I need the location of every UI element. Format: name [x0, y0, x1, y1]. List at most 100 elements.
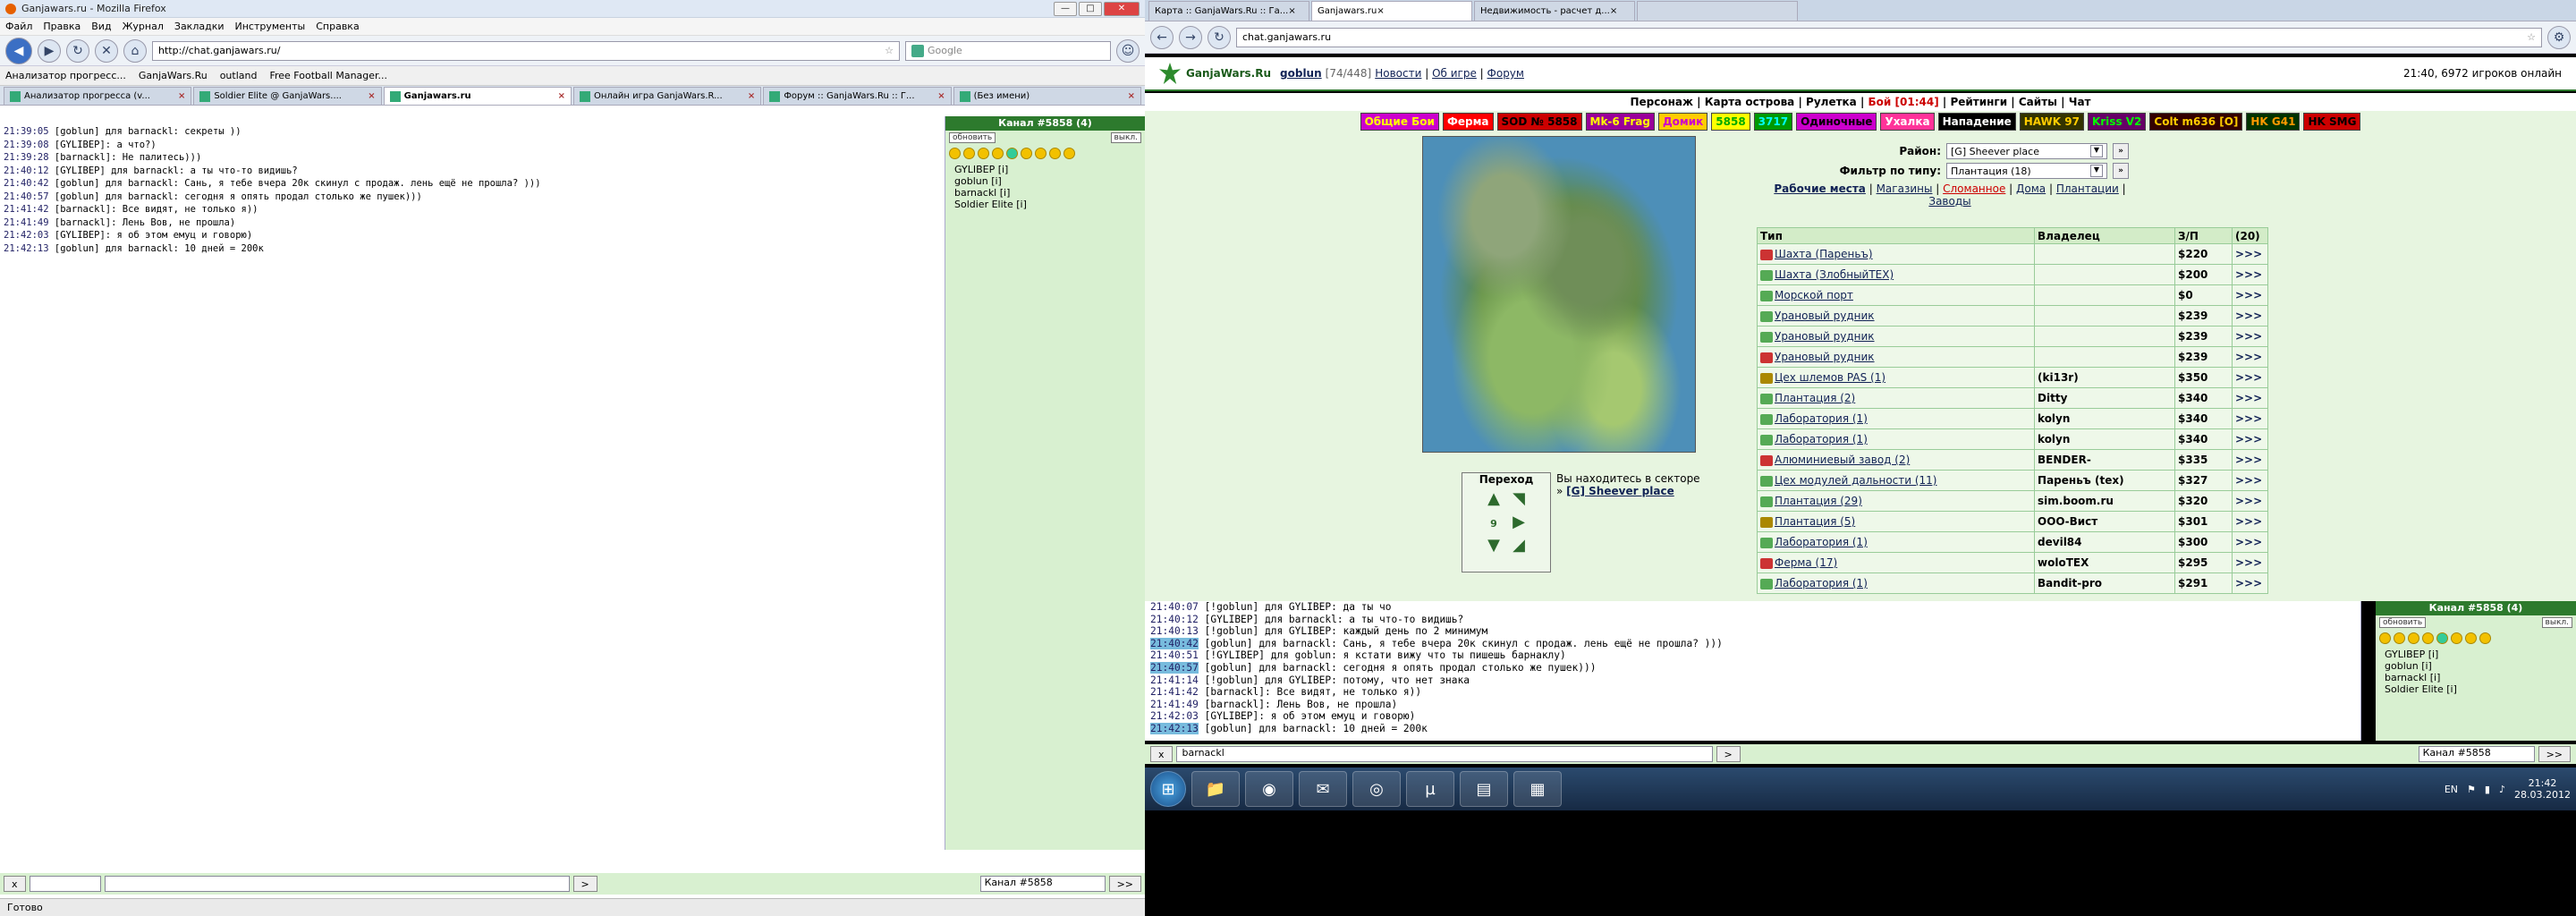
smiley-icon[interactable] — [2379, 632, 2391, 644]
building-link[interactable]: Цех модулей дальности (11) — [1775, 474, 1937, 487]
owner-cell[interactable]: Пареньъ (tex) — [2034, 470, 2175, 491]
smiley-icon[interactable] — [2436, 632, 2448, 644]
building-link[interactable]: Лаборатория (1) — [1775, 536, 1868, 548]
smiley-icon[interactable] — [1006, 148, 1018, 159]
channel-user[interactable]: goblun [i] — [2385, 660, 2567, 672]
owner-cell[interactable] — [2034, 284, 2175, 306]
building-link[interactable]: Морской порт — [1775, 289, 1853, 301]
nav-link[interactable]: Карта острова — [1705, 96, 1795, 108]
header-link[interactable]: Об игре — [1432, 67, 1477, 80]
banner-link[interactable]: SOD № 5858 — [1496, 113, 1582, 131]
row-go-link[interactable]: >>> — [2232, 408, 2268, 429]
island-map[interactable] — [1422, 136, 1696, 453]
browser-tab[interactable]: Недвижимость - расчет д... × — [1474, 1, 1635, 21]
building-link[interactable]: Урановый рудник — [1775, 330, 1875, 343]
row-go-link[interactable]: >>> — [2232, 387, 2268, 409]
building-link[interactable]: Ферма (17) — [1775, 556, 1837, 569]
calculator-icon[interactable]: ▦ — [1513, 771, 1562, 807]
sector-link[interactable]: [G] Sheever place — [1566, 485, 1674, 497]
clear-button[interactable]: x — [1150, 746, 1173, 762]
row-go-link[interactable]: >>> — [2232, 552, 2268, 573]
owner-cell[interactable]: kolyn — [2034, 428, 2175, 450]
owner-cell[interactable]: devil84 — [2034, 531, 2175, 553]
smiley-icon[interactable] — [1021, 148, 1032, 159]
forward-icon[interactable]: ▶ — [38, 38, 61, 63]
network-icon[interactable]: ▮ — [2485, 784, 2490, 795]
smiley-icon[interactable] — [963, 148, 975, 159]
minimize-button[interactable]: — — [1054, 1, 1077, 16]
browser-tab[interactable]: Анализатор прогресса (v... × — [4, 87, 192, 105]
owner-cell[interactable] — [2034, 264, 2175, 285]
reload-icon[interactable]: ↻ — [1208, 25, 1231, 49]
explorer-icon[interactable]: 📁 — [1191, 771, 1240, 807]
banner-link[interactable]: HAWK 97 — [2019, 113, 2084, 131]
refresh-button[interactable]: обновить — [2379, 617, 2427, 628]
nav-link[interactable]: Рейтинги — [1950, 96, 2007, 108]
owner-cell[interactable] — [2034, 346, 2175, 368]
nav-link[interactable]: Рулетка — [1806, 96, 1857, 108]
row-go-link[interactable]: >>> — [2232, 449, 2268, 471]
owner-cell[interactable]: Ditty — [2034, 387, 2175, 409]
channel-user[interactable]: barnackl [i] — [954, 187, 1136, 199]
back-icon[interactable]: ← — [1150, 25, 1174, 49]
arrow-up-icon[interactable]: ▲ — [1481, 489, 1506, 513]
menu-item[interactable]: Журнал — [123, 21, 164, 32]
building-link[interactable]: Лаборатория (1) — [1775, 577, 1868, 589]
browser-tab[interactable]: Онлайн игра GanjaWars.R... × — [572, 87, 762, 105]
owner-cell[interactable]: ООО-Вист — [2034, 511, 2175, 532]
send-button[interactable]: > — [572, 876, 597, 892]
banner-link[interactable]: Ферма — [1442, 113, 1494, 131]
channel-select[interactable]: Канал #5858 — [979, 876, 1106, 892]
row-go-link[interactable]: >>> — [2232, 305, 2268, 327]
building-filter-link[interactable]: Заводы — [1928, 195, 1970, 208]
nav-link[interactable]: Сайты — [2019, 96, 2057, 108]
close-button[interactable]: ✕ — [1104, 1, 1140, 16]
smiley-icon[interactable] — [949, 148, 961, 159]
district-go-button[interactable]: » — [2113, 143, 2129, 159]
arrow-up-right-icon[interactable]: ◥ — [1506, 489, 1531, 513]
building-link[interactable]: Цех шлемов PAS (1) — [1775, 371, 1885, 384]
message-input[interactable] — [104, 876, 570, 892]
bookmark-item[interactable]: GanjaWars.Ru — [139, 70, 208, 81]
browser-tab[interactable] — [1637, 1, 1798, 21]
refresh-button[interactable]: обновить — [949, 132, 996, 143]
row-go-link[interactable]: >>> — [2232, 511, 2268, 532]
building-filter-link[interactable]: Рабочие места — [1774, 182, 1866, 195]
channel-user[interactable]: barnackl [i] — [2385, 672, 2567, 683]
close-tab-icon[interactable]: × — [1128, 91, 1135, 101]
building-link[interactable]: Алюминиевый завод (2) — [1775, 454, 1910, 466]
building-filter-link[interactable]: Сломанное — [1943, 182, 2005, 195]
building-filter-link[interactable]: Дома — [2016, 182, 2046, 195]
row-go-link[interactable]: >>> — [2232, 264, 2268, 285]
owner-cell[interactable] — [2034, 243, 2175, 265]
menu-item[interactable]: Вид — [91, 21, 111, 32]
close-tab-icon[interactable]: × — [178, 91, 185, 101]
start-button[interactable]: ⊞ — [1150, 771, 1186, 807]
wrench-icon[interactable]: ⚙ — [2547, 25, 2571, 49]
off-button[interactable]: выкл. — [1110, 132, 1141, 143]
channel-user[interactable]: Soldier Elite [i] — [2385, 683, 2567, 695]
owner-cell[interactable]: BENDER- — [2034, 449, 2175, 471]
smiley-icon[interactable] — [978, 148, 989, 159]
building-filter-link[interactable]: Плантации — [2056, 182, 2119, 195]
row-go-link[interactable]: >>> — [2232, 243, 2268, 265]
banner-link[interactable]: Одиночные — [1796, 113, 1877, 131]
row-go-link[interactable]: >>> — [2232, 284, 2268, 306]
building-link[interactable]: Лаборатория (1) — [1775, 433, 1868, 445]
smiley-icon[interactable] — [1035, 148, 1046, 159]
bookmark-item[interactable]: Free Football Manager... — [269, 70, 387, 81]
banner-link[interactable]: Домик — [1657, 113, 1708, 131]
building-link[interactable]: Плантация (2) — [1775, 392, 1855, 404]
building-link[interactable]: Урановый рудник — [1775, 310, 1875, 322]
banner-link[interactable]: Ухалка — [1880, 113, 1935, 131]
building-link[interactable]: Плантация (29) — [1775, 495, 1862, 507]
building-link[interactable]: Урановый рудник — [1775, 351, 1875, 363]
owner-cell[interactable] — [2034, 305, 2175, 327]
bookmark-star-icon[interactable]: ☆ — [885, 45, 894, 56]
building-filter-link[interactable]: Магазины — [1877, 182, 1933, 195]
language-indicator[interactable]: EN — [2445, 784, 2458, 795]
banner-link[interactable]: HK G41 — [2246, 113, 2301, 131]
arrow-down-right-icon[interactable]: ◢ — [1506, 536, 1531, 559]
menu-item[interactable]: Закладки — [174, 21, 225, 32]
stop-icon[interactable]: ✕ — [95, 38, 118, 63]
